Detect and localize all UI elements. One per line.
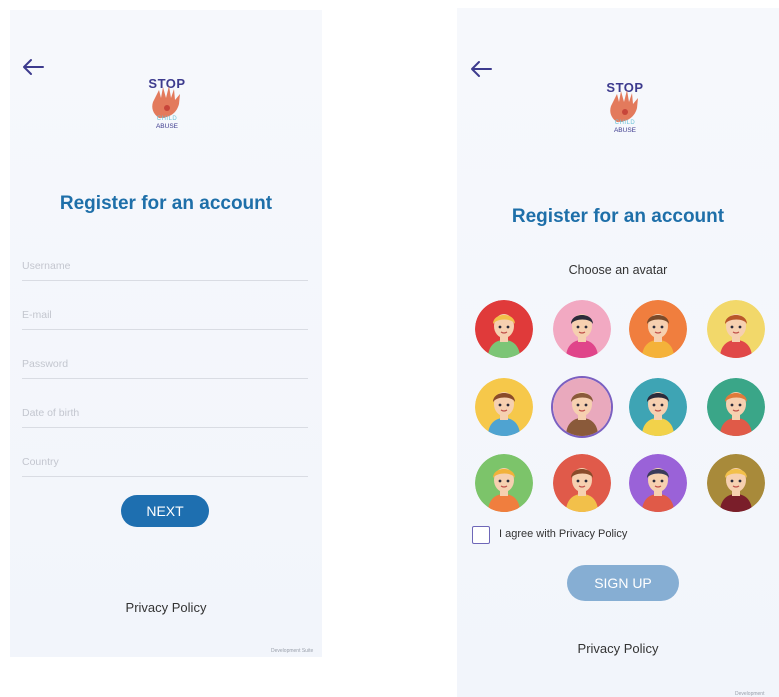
- logo-abuse-text: ABUSE: [155, 123, 179, 130]
- avatar-face-icon: [475, 454, 533, 512]
- avatar-option-4[interactable]: [707, 300, 765, 358]
- back-arrow-icon[interactable]: [470, 60, 492, 78]
- username-input[interactable]: [22, 254, 308, 278]
- footer-text: Development Suite: [271, 648, 314, 654]
- stop-child-abuse-logo: STOP CHILD ABUSE: [601, 80, 649, 142]
- privacy-policy-link[interactable]: Privacy Policy: [457, 641, 779, 656]
- avatar-option-8[interactable]: [707, 378, 765, 436]
- country-input[interactable]: [22, 450, 308, 474]
- logo-child-text: CHILD: [156, 116, 178, 122]
- avatar-option-10[interactable]: [553, 454, 611, 512]
- avatar-option-11[interactable]: [629, 454, 687, 512]
- logo-child-text: CHILD: [614, 120, 636, 126]
- avatar-face-icon: [707, 300, 765, 358]
- privacy-policy-link[interactable]: Privacy Policy: [10, 600, 322, 615]
- avatar-option-9[interactable]: [475, 454, 533, 512]
- date-of-birth-field[interactable]: [22, 401, 308, 428]
- avatar-option-6[interactable]: [553, 378, 611, 436]
- register-screen-avatar: STOP CHILD ABUSE Register for an account…: [457, 8, 779, 697]
- avatar-face-icon: [629, 300, 687, 358]
- logo-abuse-text: ABUSE: [613, 127, 637, 134]
- choose-avatar-label: Choose an avatar: [568, 263, 668, 277]
- page-title: Register for an account: [59, 193, 273, 214]
- privacy-agree-label: I agree with Privacy Policy: [499, 528, 628, 540]
- password-input[interactable]: [22, 352, 308, 376]
- avatar-option-2[interactable]: [553, 300, 611, 358]
- footer-text: Development: [735, 691, 765, 697]
- password-field[interactable]: [22, 352, 308, 379]
- country-field[interactable]: [22, 450, 308, 477]
- avatar-face-icon: [707, 378, 765, 436]
- avatar-face-icon: [553, 378, 611, 436]
- avatar-option-7[interactable]: [629, 378, 687, 436]
- sign-up-button[interactable]: SIGN UP: [567, 565, 679, 601]
- avatar-face-icon: [707, 454, 765, 512]
- avatar-face-icon: [629, 378, 687, 436]
- avatar-option-12[interactable]: [707, 454, 765, 512]
- register-screen-details: STOP CHILD ABUSE Register for an account…: [10, 10, 322, 657]
- avatar-face-icon: [475, 378, 533, 436]
- next-button[interactable]: NEXT: [121, 495, 209, 527]
- date-of-birth-input[interactable]: [22, 401, 308, 425]
- avatar-face-icon: [553, 300, 611, 358]
- page-title: Register for an account: [511, 206, 725, 227]
- username-field[interactable]: [22, 254, 308, 281]
- avatar-face-icon: [475, 300, 533, 358]
- hand-icon: [152, 86, 180, 118]
- avatar-face-icon: [629, 454, 687, 512]
- email-field[interactable]: [22, 303, 308, 330]
- stop-child-abuse-logo: STOP CHILD ABUSE: [143, 76, 191, 138]
- email-input[interactable]: [22, 303, 308, 327]
- privacy-agree-checkbox[interactable]: [472, 526, 490, 544]
- avatar-option-1[interactable]: [475, 300, 533, 358]
- avatar-option-5[interactable]: [475, 378, 533, 436]
- avatar-face-icon: [553, 454, 611, 512]
- back-arrow-icon[interactable]: [22, 58, 44, 76]
- avatar-option-3[interactable]: [629, 300, 687, 358]
- hand-icon: [610, 90, 638, 122]
